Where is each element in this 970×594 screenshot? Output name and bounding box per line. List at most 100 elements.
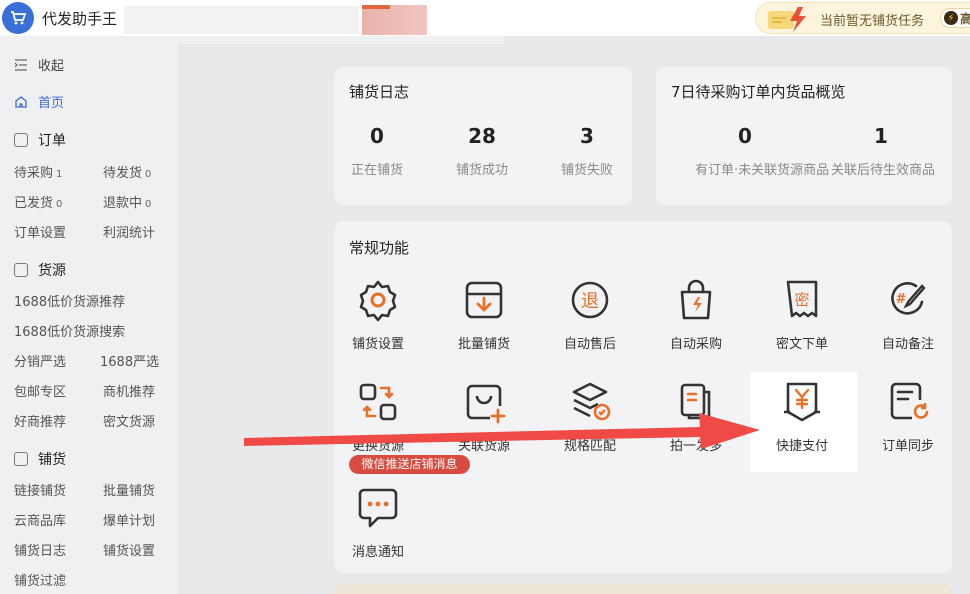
orders-icon	[14, 133, 28, 147]
feature-batch-distribute[interactable]: 批量铺货	[434, 278, 534, 352]
sidebar-item-hot-plan[interactable]: 爆单计划	[103, 510, 155, 529]
sidebar-item-link-distribute[interactable]: 链接铺货	[14, 480, 66, 499]
sidebar-item-distribute-settings[interactable]: 铺货设置	[103, 540, 155, 559]
sidebar-item-1688-recommend[interactable]: 1688低价货源推荐	[14, 291, 125, 310]
home-icon	[14, 95, 28, 109]
cart-logo-icon	[11, 11, 27, 25]
stat-value: 1	[874, 124, 888, 148]
card-title: 常规功能	[349, 239, 410, 257]
stat-value: 0	[370, 124, 384, 148]
stat-failed[interactable]: 3 铺货失败	[537, 124, 637, 178]
sidebar-item-cipher-source[interactable]: 密文货源	[103, 411, 155, 430]
sidebar-group-distribution[interactable]: 铺货	[14, 449, 66, 469]
sidebar-item-profit-stats[interactable]: 利润统计	[103, 222, 155, 241]
app-title: 代发助手王	[42, 10, 118, 28]
note-edit-icon: #	[891, 282, 926, 315]
feature-auto-note[interactable]: # 自动备注	[858, 278, 958, 352]
feature-label: 拍一发多	[669, 439, 722, 454]
feature-message-notify[interactable]: 消息通知	[328, 486, 428, 560]
feature-order-sync[interactable]: 订单同步	[858, 380, 958, 454]
count-badge: 0	[56, 199, 63, 210]
bolt-icon: ⚡	[944, 11, 958, 25]
feature-label: 规格匹配	[563, 439, 616, 454]
header-divider	[178, 36, 504, 44]
stat-value: 0	[738, 124, 752, 148]
sidebar-item-pending-purchase[interactable]: 待采购 1	[14, 162, 62, 181]
distribution-log-card: 铺货日志 0 正在铺货 28 铺货成功 3 铺货失败	[334, 67, 632, 205]
stat-in-progress[interactable]: 0 正在铺货	[327, 124, 427, 178]
feature-label: 快捷支付	[775, 439, 828, 454]
blurred-region-2	[362, 5, 427, 35]
sidebar-group-orders[interactable]: 订单	[14, 130, 66, 150]
sidebar-item-pending-ship[interactable]: 待发货 0	[103, 162, 151, 181]
layers-check-icon	[572, 382, 611, 421]
stat-success[interactable]: 28 铺货成功	[432, 124, 532, 178]
sidebar-item-1688-search[interactable]: 1688低价货源搜索	[14, 321, 125, 340]
yuan-pay-icon	[784, 382, 820, 422]
sidebar-item-order-settings[interactable]: 订单设置	[14, 222, 66, 241]
count-badge: 1	[56, 169, 63, 180]
sidebar-item-1688-select[interactable]: 1688严选	[100, 351, 159, 370]
feature-replace-source[interactable]: 更换货源	[328, 380, 428, 454]
task-status-pill[interactable]: 当前暂无铺货任务	[755, 2, 970, 34]
sidebar-item-refunding[interactable]: 退款中 0	[103, 192, 151, 211]
feature-one-to-many[interactable]: 拍一发多	[646, 380, 746, 454]
next-card-edge	[334, 584, 952, 594]
sidebar-item-home[interactable]: 首页	[14, 92, 64, 111]
purchase-overview-card: 7日待采购订单内货品概览 0 有订单·未关联货源商品 1 关联后待生效商品	[656, 67, 952, 205]
stat-label: 铺货成功	[455, 163, 508, 178]
feature-link-source[interactable]: 关联货源	[434, 380, 534, 454]
distribution-group-label: 铺货	[38, 452, 66, 468]
inbox-download-icon	[465, 281, 503, 319]
pro-badge[interactable]: ⚡ 高	[940, 8, 970, 28]
stat-value: 28	[468, 124, 496, 148]
feature-label: 订单同步	[881, 439, 934, 454]
sidebar-group-source[interactable]: 货源	[14, 260, 66, 280]
feature-auto-purchase[interactable]: 自动采购	[646, 278, 746, 352]
sidebar-item-distribute-log[interactable]: 铺货日志	[14, 540, 66, 559]
sidebar-item-free-shipping[interactable]: 包邮专区	[14, 381, 66, 400]
sidebar-item-cloud-library[interactable]: 云商品库	[14, 510, 66, 529]
feature-label: 密文下单	[775, 337, 828, 352]
distribution-icon	[14, 452, 28, 466]
stat-pending-effective[interactable]: 1 关联后待生效商品	[831, 124, 936, 178]
collapse-label: 收起	[38, 59, 65, 74]
feature-label: 更换货源	[351, 439, 404, 454]
collapse-icon	[14, 58, 28, 72]
svg-text:密: 密	[794, 291, 809, 309]
stat-unlinked-goods[interactable]: 0 有订单·未关联货源商品	[695, 124, 829, 178]
sidebar-item-opportunity[interactable]: 商机推荐	[103, 381, 155, 400]
order-sync-icon	[890, 382, 929, 420]
feature-quick-pay[interactable]: 快捷支付	[752, 380, 852, 454]
feature-spec-match[interactable]: 规格匹配	[540, 380, 640, 454]
card-title: 7日待采购订单内货品概览	[671, 83, 846, 101]
shopping-bag-icon	[680, 279, 712, 320]
sidebar-item-shipped[interactable]: 已发货 0	[14, 192, 62, 211]
copy-pages-icon	[680, 383, 711, 420]
feature-label: 批量铺货	[457, 337, 510, 352]
sidebar: 收起 首页 订单 待采购 1 待发货 0 已发货 0 退款中 0 订单设置 利润统计 货…	[0, 36, 178, 594]
sidebar-collapse[interactable]: 收起	[14, 55, 64, 74]
bolt-card-icon	[768, 7, 806, 32]
stat-value: 3	[580, 124, 594, 148]
chat-icon	[358, 488, 398, 528]
feature-label: 自动备注	[881, 337, 934, 352]
sidebar-item-batch-distribute[interactable]: 批量铺货	[103, 480, 155, 499]
stat-label: 关联后待生效商品	[831, 163, 936, 178]
source-icon	[14, 263, 28, 277]
stat-label: 正在铺货	[350, 163, 403, 178]
feature-distribute-settings[interactable]: 铺货设置	[328, 278, 428, 352]
source-group-label: 货源	[38, 263, 66, 279]
sidebar-item-distribution-select[interactable]: 分销严选	[14, 351, 66, 370]
task-status-text: 当前暂无铺货任务	[820, 14, 925, 29]
app-logo[interactable]	[2, 2, 34, 34]
orders-group-label: 订单	[38, 133, 66, 149]
home-label: 首页	[38, 96, 65, 111]
feature-label: 自动售后	[563, 337, 616, 352]
feature-label: 自动采购	[669, 337, 722, 352]
sidebar-item-distribute-filter[interactable]: 铺货过滤	[14, 570, 66, 589]
card-title: 铺货日志	[349, 83, 410, 101]
sidebar-item-good-merchant[interactable]: 好商推荐	[14, 411, 66, 430]
feature-auto-aftersale[interactable]: 退 自动售后	[540, 278, 640, 352]
feature-cipher-order[interactable]: 密 密文下单	[752, 278, 852, 352]
